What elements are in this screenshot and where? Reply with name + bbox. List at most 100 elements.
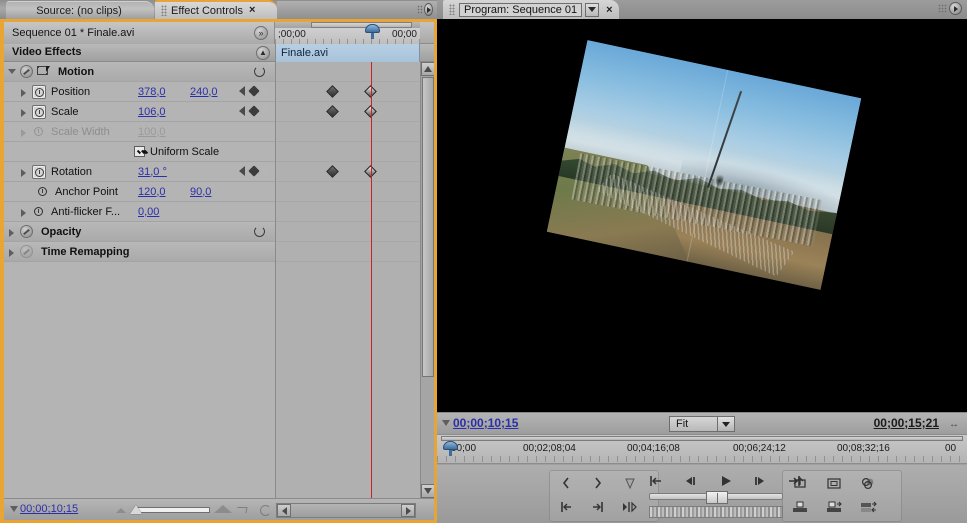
program-playhead[interactable] [443, 441, 458, 461]
set-marker-button[interactable] [619, 473, 641, 493]
set-out-point-button[interactable] [587, 473, 609, 493]
effect-controls-horizontal-scrollbar[interactable] [276, 503, 416, 518]
property-value-y[interactable]: 90,0 [190, 186, 211, 198]
fx-toggle-icon[interactable] [20, 225, 33, 238]
property-row-anti-flicker[interactable]: Anti-flicker F... 0,00 [4, 202, 275, 222]
set-in-point-button[interactable] [555, 473, 577, 493]
twirl-right-icon[interactable] [20, 207, 29, 217]
next-keyframe-icon[interactable] [263, 166, 269, 176]
property-row-anchor-point[interactable]: Anchor Point 120,0 90,0 [4, 182, 275, 202]
effect-controls-vertical-scrollbar[interactable] [420, 62, 434, 498]
add-keyframe-icon[interactable] [248, 165, 260, 177]
zoom-in-icon[interactable] [214, 505, 232, 513]
stopwatch-icon[interactable] [32, 164, 46, 179]
step-back-button[interactable] [679, 471, 701, 491]
program-video-canvas[interactable] [437, 19, 967, 412]
close-icon[interactable]: × [249, 5, 255, 16]
zoom-out-icon[interactable] [116, 508, 126, 513]
property-value-x[interactable]: 378,0 [138, 86, 166, 98]
keyframe-row-anchor-point[interactable] [276, 182, 420, 202]
effect-controls-playhead[interactable] [365, 24, 380, 39]
uniform-scale-checkbox[interactable] [134, 146, 145, 157]
property-row-motion[interactable]: Motion [4, 62, 275, 82]
twirl-right-icon[interactable] [20, 107, 29, 117]
program-timeline-ruler[interactable]: 00;00 00;02;08;04 00;04;16;08 00;06;24;1… [437, 434, 967, 464]
next-keyframe-icon[interactable] [263, 86, 269, 96]
stopwatch-icon[interactable] [36, 185, 50, 199]
play-audio-icon[interactable] [259, 503, 273, 517]
extract-button[interactable] [823, 497, 845, 517]
keyframe-row-anti-flicker[interactable] [276, 202, 420, 222]
reset-icon[interactable] [253, 225, 266, 238]
next-keyframe-icon[interactable] [263, 106, 269, 116]
timecode-dropdown-icon[interactable] [10, 506, 18, 512]
program-panel-menu-button[interactable] [938, 2, 962, 15]
program-ruler-zoom-bar[interactable] [441, 436, 963, 441]
keyframe-marker[interactable] [326, 165, 339, 178]
chevron-down-icon[interactable] [585, 2, 600, 17]
collapse-icon[interactable]: ▲ [256, 46, 270, 60]
panel-menu-icon[interactable] [949, 2, 962, 15]
property-row-position[interactable]: Position 378,0 240,0 [4, 82, 275, 102]
keyframe-row-position[interactable] [276, 82, 420, 102]
program-current-timecode[interactable]: 00;00;10;15 [453, 416, 518, 430]
timecode-dropdown-icon[interactable] [442, 420, 450, 426]
play-stop-button[interactable] [715, 471, 737, 491]
close-icon[interactable]: × [606, 4, 612, 16]
fx-toggle-icon[interactable] [20, 65, 33, 78]
zoom-track[interactable] [136, 507, 210, 513]
keyframe-navigator[interactable] [239, 165, 269, 177]
go-to-in-point-button[interactable] [555, 497, 577, 517]
fx-toggle-icon[interactable] [20, 245, 33, 258]
ruler-body[interactable]: ;00;00 00;00 [275, 28, 420, 44]
keyframe-row-motion[interactable] [276, 62, 420, 82]
effect-controls-ruler[interactable]: ;00;00 00;00 [274, 22, 420, 44]
timeline-clip-bar[interactable]: Finale.avi [275, 44, 420, 62]
left-panel-menu-button[interactable] [417, 2, 433, 17]
zoom-level-select[interactable]: Fit [669, 416, 735, 432]
keyframe-navigator[interactable] [239, 105, 269, 117]
twirl-right-icon[interactable] [20, 167, 29, 177]
vertical-scroll-thumb[interactable] [422, 77, 434, 377]
property-value-y[interactable]: 240,0 [190, 86, 218, 98]
lift-button[interactable] [789, 497, 811, 517]
step-forward-button[interactable] [749, 471, 771, 491]
previous-keyframe-icon[interactable] [239, 106, 245, 116]
scroll-down-icon[interactable] [421, 484, 434, 498]
keyframe-row-uniform-scale[interactable] [276, 142, 420, 162]
previous-keyframe-icon[interactable] [239, 166, 245, 176]
effect-controls-timecode[interactable]: 00;00;10;15 [20, 503, 78, 515]
keyframe-navigator[interactable] [239, 85, 269, 97]
chevron-right-icon[interactable]: » [254, 26, 268, 40]
jog-wheel[interactable] [649, 506, 783, 518]
twirl-down-icon[interactable] [8, 67, 17, 76]
safe-margins-button[interactable] [823, 473, 845, 493]
property-value[interactable]: 106,0 [138, 106, 166, 118]
property-row-time-remapping[interactable]: Time Remapping [4, 242, 275, 262]
keyframe-marker[interactable] [326, 85, 339, 98]
step-back-jump-button[interactable] [645, 471, 667, 491]
chevron-down-icon[interactable] [717, 416, 735, 432]
insert-overlay-button[interactable] [857, 497, 879, 517]
scroll-right-icon[interactable] [401, 504, 415, 517]
shuttle-slider[interactable] [649, 491, 783, 504]
shuttle-knob[interactable] [706, 491, 728, 504]
property-row-opacity[interactable]: Opacity [4, 222, 275, 242]
program-duration-timecode[interactable]: 00;00;15;21 [874, 416, 939, 430]
keyframe-row-scale[interactable] [276, 102, 420, 122]
output-settings-button[interactable] [857, 473, 879, 493]
twirl-right-icon[interactable] [20, 87, 29, 97]
loop-playback-icon[interactable] [236, 503, 250, 517]
zoom-handle[interactable] [130, 505, 142, 514]
add-keyframe-icon[interactable] [248, 85, 260, 97]
property-value[interactable]: 0,00 [138, 206, 159, 218]
twirl-right-icon[interactable] [8, 227, 17, 237]
keyframe-timeline[interactable] [275, 62, 420, 498]
resize-handle-icon[interactable]: ↔ [949, 419, 959, 430]
stopwatch-icon[interactable] [32, 104, 46, 119]
zoom-slider[interactable] [116, 503, 232, 516]
tab-program-sequence[interactable]: Program: Sequence 01 × [443, 0, 619, 19]
property-row-rotation[interactable]: Rotation 31,0 ° [4, 162, 275, 182]
panel-menu-icon[interactable] [424, 3, 433, 16]
keyframe-row-rotation[interactable] [276, 162, 420, 182]
